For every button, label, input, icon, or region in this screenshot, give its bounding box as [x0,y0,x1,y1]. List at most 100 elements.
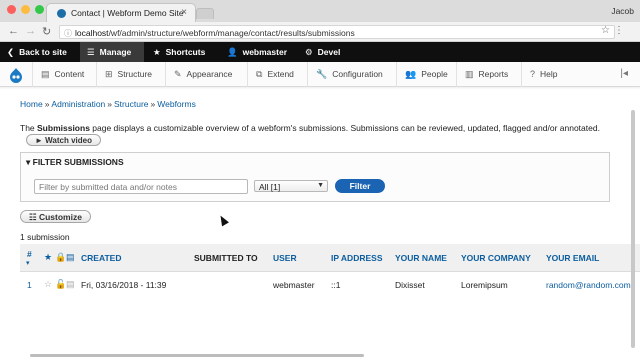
notes-icon: ▤ [66,252,75,262]
description-text-before: The [20,123,38,133]
user-icon: 👤 [227,47,238,57]
cell-ip: ::1 [331,280,341,290]
browser-menu-icon[interactable]: ⋮ [614,25,624,36]
forward-arrow-icon[interactable]: → [25,25,36,37]
unlock-icon[interactable]: 🔓 [55,279,66,290]
collapse-toolbar-icon[interactable]: |◂ [620,68,628,79]
chevron-down-icon: ▼ [317,182,324,189]
close-tab-icon[interactable]: × [181,7,187,18]
column-header-name[interactable]: YOUR NAME [395,253,447,263]
user-tab[interactable]: 👤 webmaster [227,42,287,62]
profile-name[interactable]: Jacob [611,6,634,16]
menu-item-people-label: People [421,69,448,79]
help-icon: ? [530,69,536,79]
address-bar-row: ← → ↻ ⓘ localhost/wf/admin/structure/web… [0,22,640,42]
back-to-site-link[interactable]: ❮ Back to site [7,42,67,62]
star-icon: ★ [44,252,53,262]
description-bold: Submissions [37,123,90,133]
cell-sid[interactable]: 1 [27,280,32,290]
url-field[interactable]: ⓘ localhost/wf/admin/structure/webform/m… [59,25,615,39]
column-header-created[interactable]: CREATED [81,253,121,263]
menu-item-structure[interactable]: ⊞ Structure [96,62,152,87]
description-text-after: page displays a customizable overview of… [89,123,600,133]
cell-email[interactable]: random@random.com [546,280,631,290]
breadcrumb-home[interactable]: Home [20,99,43,109]
breadcrumb: Home» Administration» Structure» Webforms [20,99,196,109]
bar-chart-icon: ▥ [465,69,474,79]
table-row[interactable]: 1 ☆ 🔓 ▤ Fri, 03/16/2018 - 11:39 webmaste… [20,276,640,294]
document-icon: ▤ [41,69,50,79]
url-path: /wf/admin/structure/webform/manage/conta… [108,28,355,38]
site-favicon-icon [57,9,66,18]
manage-tab[interactable]: ☰ Manage [80,42,144,62]
filter-submissions-details: ▾ FILTER SUBMISSIONS Filter by submitted… [20,152,610,202]
menu-item-reports-label: Reports [478,69,509,79]
lock-icon: 🔒 [55,252,67,262]
filter-search-placeholder: Filter by submitted data and/or notes [39,182,177,192]
column-header-submitted-to: SUBMITTED TO [194,253,258,263]
drupal-logo-icon[interactable] [8,67,24,83]
menu-item-help[interactable]: ? Help [521,62,558,87]
browser-tab-bar: Contact | Webform Demo Site × Jacob [0,0,640,22]
cell-name: Dixisset [395,280,425,290]
notes-icon[interactable]: ▤ [66,279,75,290]
menu-item-configuration[interactable]: 🔧 Configuration [307,62,383,87]
menu-item-appearance[interactable]: ✎ Appearance [165,62,232,87]
filter-search-input[interactable]: Filter by submitted data and/or notes [34,179,248,194]
menu-item-configuration-label: Configuration [332,69,383,79]
user-label: webmaster [242,47,288,57]
filter-state-value: All [1] [259,182,281,192]
watch-video-button[interactable]: ► Watch video [26,134,101,146]
menu-item-content-label: Content [54,69,85,79]
gear-icon: ⚙ [305,47,313,57]
hamburger-menu-icon: ☰ [87,47,95,57]
star-outline-icon[interactable]: ☆ [44,279,52,290]
admin-menu-bar: ▤ Content ⊞ Structure ✎ Appearance ⧉ Extend … [0,62,640,87]
reload-icon[interactable]: ↻ [42,25,51,38]
close-window-button[interactable] [7,5,16,14]
cell-user: webmaster [273,280,315,290]
menu-item-reports[interactable]: ▥ Reports [456,62,508,87]
menu-item-content[interactable]: ▤ Content [32,62,84,87]
breadcrumb-administration[interactable]: Administration [51,99,105,109]
paintbrush-icon: ✎ [174,69,182,79]
minimize-window-button[interactable] [21,5,30,14]
cell-created[interactable]: Fri, 03/16/2018 - 11:39 [81,280,166,290]
info-icon[interactable]: ⓘ [64,28,72,39]
customize-button[interactable]: ☷ Customize [20,210,91,223]
column-header-email[interactable]: YOUR EMAIL [546,253,599,263]
shortcuts-label: Shortcuts [165,47,206,57]
column-header-sid[interactable]: # [27,249,32,259]
menu-item-people[interactable]: 👥 People [396,62,448,87]
browser-tab-active[interactable]: Contact | Webform Demo Site × [46,3,196,22]
maximize-window-button[interactable] [35,5,44,14]
new-tab-button[interactable] [196,8,214,19]
manage-label: Manage [99,47,132,57]
back-to-site-label: Back to site [19,47,67,57]
menu-item-extend[interactable]: ⧉ Extend [247,62,294,87]
menu-item-structure-label: Structure [117,69,153,79]
column-header-company[interactable]: YOUR COMPANY [461,253,531,263]
devel-label: Devel [317,47,341,57]
bookmark-star-icon[interactable]: ☆ [601,25,610,36]
filter-state-select[interactable]: All [1] ▼ [254,180,328,192]
url-host: localhost [75,28,109,38]
breadcrumb-webforms[interactable]: Webforms [157,99,196,109]
breadcrumb-structure[interactable]: Structure [114,99,149,109]
column-header-user[interactable]: USER [273,253,297,263]
submission-count: 1 submission [20,232,70,242]
menu-item-extend-label: Extend [267,69,294,79]
chevron-left-icon: ❮ [7,47,15,57]
filter-submissions-toggle[interactable]: ▾ FILTER SUBMISSIONS [26,157,124,168]
devel-tab[interactable]: ⚙ Devel [305,42,340,62]
tab-title: Contact | Webform Demo Site [71,8,184,18]
horizontal-scrollbar[interactable] [30,354,364,357]
page-description: The Submissions page displays a customiz… [20,122,610,146]
puzzle-icon: ⧉ [256,69,263,79]
shortcuts-tab[interactable]: ★ Shortcuts [153,42,205,62]
column-header-ip[interactable]: IP ADDRESS [331,253,383,263]
back-arrow-icon[interactable]: ← [8,25,19,37]
cell-company: Loremipsum [461,280,508,290]
filter-button[interactable]: Filter [335,179,385,193]
vertical-scrollbar[interactable] [631,110,635,348]
